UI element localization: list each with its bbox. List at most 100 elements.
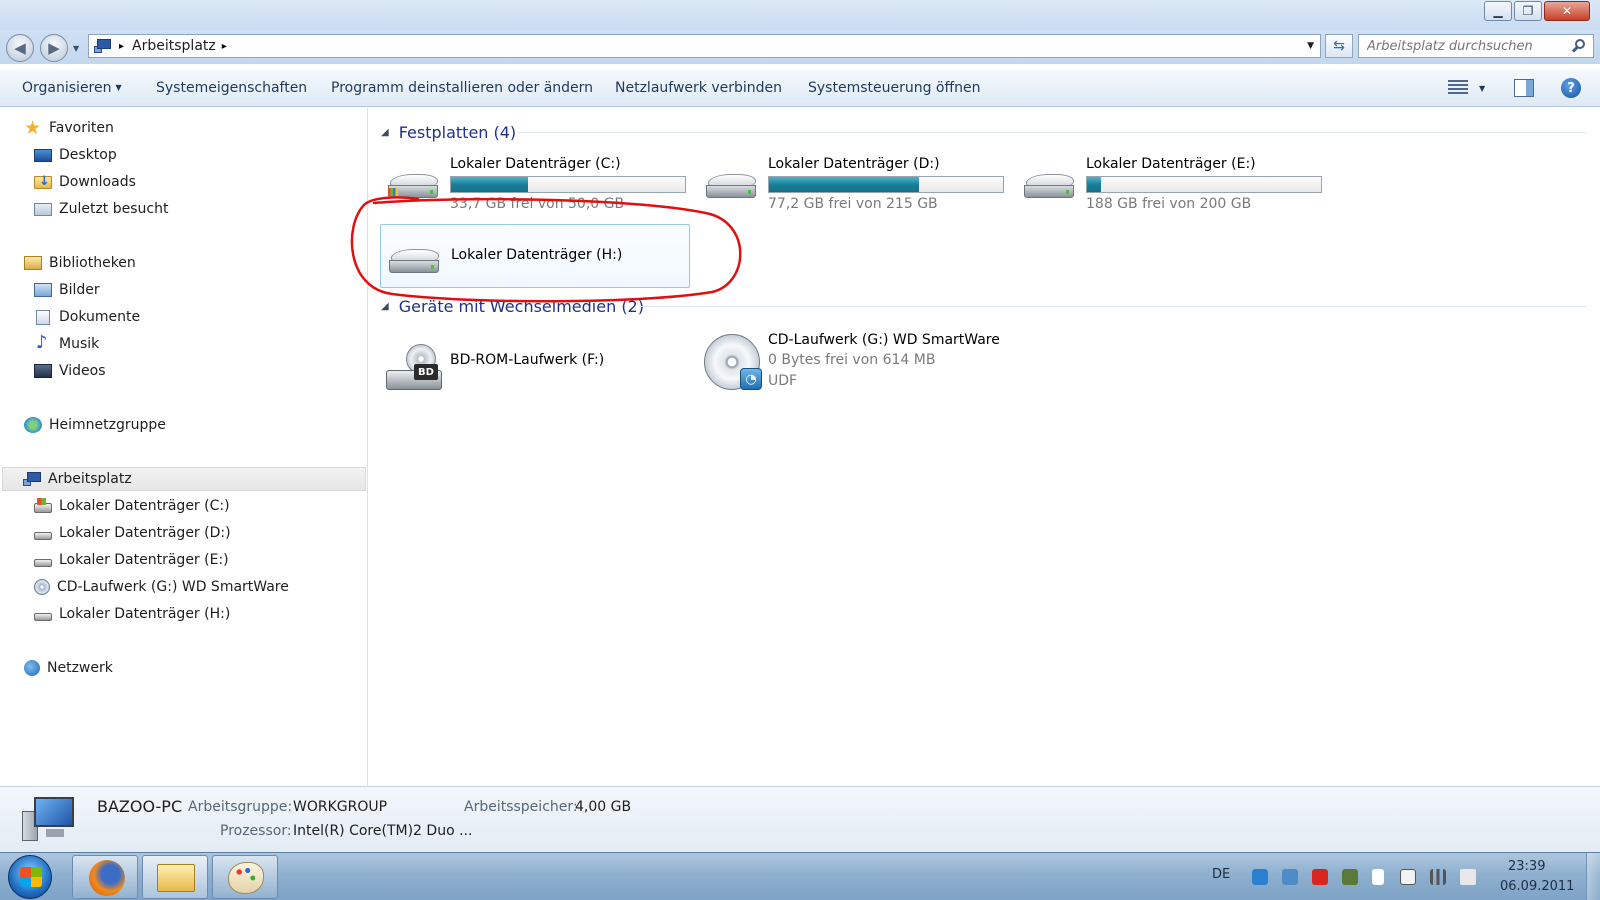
sidebar-item-label: Lokaler Datenträger (D:) xyxy=(59,525,231,541)
recent-pages-dropdown[interactable]: ▼ xyxy=(73,44,79,53)
hard-drive-icon xyxy=(1022,172,1077,202)
network-signal-icon[interactable] xyxy=(1430,869,1446,885)
sidebar-item-label: Lokaler Datenträger (E:) xyxy=(59,552,229,568)
content-pane: ◢ Festplatten (4) Lokaler Datenträger (C… xyxy=(369,108,1600,786)
tray-network-app-icon[interactable] xyxy=(1282,869,1298,885)
drive-free-space: 188 GB frei von 200 GB xyxy=(1086,196,1252,212)
taskbar-paint-button[interactable] xyxy=(212,855,278,899)
organize-button[interactable]: Organisieren ▼ xyxy=(22,80,122,96)
language-indicator[interactable]: DE xyxy=(1212,867,1230,882)
clock-time[interactable]: 23:39 xyxy=(1508,859,1545,874)
map-network-drive-button[interactable]: Netzlaufwerk verbinden xyxy=(615,80,782,96)
maximize-button[interactable]: ❐ xyxy=(1514,1,1542,21)
group-title: Geräte mit Wechselmedien (2) xyxy=(398,296,644,316)
drive-tile-c[interactable]: Lokaler Datenträger (C:) 33,7 GB frei vo… xyxy=(380,152,690,216)
search-input[interactable] xyxy=(1367,38,1557,54)
details-pane: BAZOO-PC Arbeitsgruppe: WORKGROUP Arbeit… xyxy=(0,786,1600,852)
search-box[interactable] xyxy=(1358,34,1594,58)
group-header-hard-drives[interactable]: ◢ Festplatten (4) xyxy=(381,120,516,144)
show-desktop-button[interactable] xyxy=(1586,853,1600,900)
sidebar-item-drive-h[interactable]: Lokaler Datenträger (H:) xyxy=(34,602,230,626)
sidebar-item-computer[interactable]: Arbeitsplatz xyxy=(2,467,366,491)
sidebar-item-label: Downloads xyxy=(59,174,136,190)
sidebar-item-label: Bibliotheken xyxy=(49,255,136,271)
windows-logo-icon xyxy=(20,867,42,887)
preview-pane-icon[interactable] xyxy=(1514,79,1534,97)
collapse-icon[interactable]: ◢ xyxy=(381,127,389,138)
sidebar-item-downloads[interactable]: Downloads xyxy=(34,170,136,194)
usage-bar xyxy=(450,176,686,193)
minimize-button[interactable]: ▁ xyxy=(1484,1,1512,21)
system-drive-icon xyxy=(34,497,52,513)
drive-tile-d[interactable]: Lokaler Datenträger (D:) 77,2 GB frei vo… xyxy=(698,152,1008,216)
processor-value: Intel(R) Core(TM)2 Duo ... xyxy=(293,823,473,839)
sidebar-item-homegroup[interactable]: Heimnetzgruppe xyxy=(24,413,166,437)
hard-drive-icon xyxy=(387,247,442,277)
change-view-icon[interactable] xyxy=(1448,80,1468,96)
sidebar-item-libraries[interactable]: Bibliotheken xyxy=(24,251,136,275)
drive-tile-h[interactable]: Lokaler Datenträger (H:) xyxy=(380,224,690,288)
sidebar-item-network[interactable]: Netzwerk xyxy=(24,656,113,680)
search-icon[interactable] xyxy=(1571,38,1587,54)
usage-bar xyxy=(768,176,1004,193)
libraries-icon xyxy=(24,256,42,270)
uninstall-program-button[interactable]: Programm deinstallieren oder ändern xyxy=(331,80,593,96)
documents-icon xyxy=(36,309,50,325)
organize-label: Organisieren xyxy=(22,80,112,96)
drive-name: BD-ROM-Laufwerk (F:) xyxy=(450,352,605,368)
close-button[interactable]: ✕ xyxy=(1544,1,1590,21)
sidebar-item-drive-c[interactable]: Lokaler Datenträger (C:) xyxy=(34,494,230,518)
back-button[interactable]: ◀ xyxy=(6,34,34,62)
system-properties-button[interactable]: Systemeigenschaften xyxy=(156,80,307,96)
sidebar-item-drive-e[interactable]: Lokaler Datenträger (E:) xyxy=(34,548,229,572)
help-icon[interactable]: ? xyxy=(1561,78,1581,98)
memory-label: Arbeitsspeicher: xyxy=(464,799,578,815)
safely-remove-hardware-icon[interactable] xyxy=(1342,869,1358,885)
paint-icon xyxy=(228,862,264,894)
group-header-removable[interactable]: ◢ Geräte mit Wechselmedien (2) xyxy=(381,294,644,318)
sidebar-item-label: Desktop xyxy=(59,147,117,163)
breadcrumb-separator[interactable]: ▸ xyxy=(119,41,124,52)
memory-value: 4,00 GB xyxy=(575,799,632,815)
network-icon xyxy=(24,660,40,676)
usage-bar-fill xyxy=(451,177,529,192)
drive-name: Lokaler Datenträger (E:) xyxy=(1086,156,1256,172)
forward-arrow-icon: ▶ xyxy=(48,39,60,57)
processor-label: Prozessor: xyxy=(220,823,292,839)
tray-app-icon[interactable] xyxy=(1252,869,1268,885)
sidebar-item-drive-d[interactable]: Lokaler Datenträger (D:) xyxy=(34,521,231,545)
bd-rom-drive-icon: BD xyxy=(386,344,442,390)
sidebar-item-label: Favoriten xyxy=(49,120,114,136)
refresh-button[interactable]: ⇆ xyxy=(1325,34,1353,58)
address-bar[interactable]: ▸ Arbeitsplatz ▸ ▼ xyxy=(88,34,1321,58)
sidebar-item-documents[interactable]: Dokumente xyxy=(34,305,140,329)
sidebar-item-music[interactable]: Musik xyxy=(34,332,99,356)
sidebar-item-videos[interactable]: Videos xyxy=(34,359,106,383)
drive-tile-cd-g[interactable]: ◔ CD-Laufwerk (G:) WD SmartWare 0 Bytes … xyxy=(698,332,1008,396)
taskbar-firefox-button[interactable] xyxy=(72,855,138,899)
homegroup-icon xyxy=(24,417,42,433)
breadcrumb-arbeitsplatz[interactable]: Arbeitsplatz xyxy=(132,38,216,54)
sidebar-item-desktop[interactable]: Desktop xyxy=(34,143,117,167)
start-button[interactable] xyxy=(8,855,52,899)
hard-drive-icon xyxy=(386,172,441,202)
sidebar-item-favorites[interactable]: Favoriten xyxy=(24,116,114,140)
breadcrumb-separator[interactable]: ▸ xyxy=(222,41,227,52)
sidebar-item-drive-g[interactable]: CD-Laufwerk (G:) WD SmartWare xyxy=(34,575,289,599)
sidebar-item-pictures[interactable]: Bilder xyxy=(34,278,100,302)
power-icon[interactable] xyxy=(1400,869,1416,885)
clock-date[interactable]: 06.09.2011 xyxy=(1500,879,1574,894)
open-control-panel-button[interactable]: Systemsteuerung öffnen xyxy=(808,80,981,96)
address-dropdown[interactable]: ▼ xyxy=(1307,41,1314,51)
taskbar-explorer-button[interactable] xyxy=(142,855,208,899)
volume-icon[interactable] xyxy=(1460,869,1476,885)
view-options-dropdown[interactable]: ▼ xyxy=(1479,84,1485,93)
action-center-flag-icon[interactable] xyxy=(1372,869,1384,885)
collapse-icon[interactable]: ◢ xyxy=(381,301,389,312)
forward-button[interactable]: ▶ xyxy=(40,34,68,62)
drive-tile-e[interactable]: Lokaler Datenträger (E:) 188 GB frei von… xyxy=(1016,152,1326,216)
explorer-folder-icon xyxy=(157,864,195,892)
antivirus-icon[interactable] xyxy=(1312,869,1328,885)
drive-tile-bdrom[interactable]: BD BD-ROM-Laufwerk (F:) xyxy=(380,332,690,396)
sidebar-item-recent-places[interactable]: Zuletzt besucht xyxy=(34,197,168,221)
